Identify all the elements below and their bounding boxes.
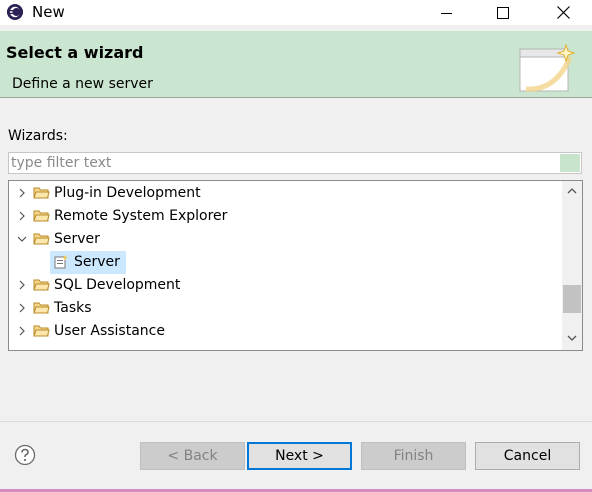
tree-item-label: SQL Development — [54, 277, 181, 293]
banner-subtitle: Define a new server — [12, 76, 153, 92]
title-bar: New — [0, 0, 592, 25]
filter-field[interactable] — [8, 152, 582, 174]
back-button[interactable]: < Back — [140, 442, 245, 470]
tree-item-label: Tasks — [54, 300, 92, 316]
tree-item-plugin-development[interactable]: Plug-in Development — [9, 182, 559, 205]
window-title: New — [32, 3, 65, 21]
folder-icon — [33, 279, 50, 291]
close-icon — [556, 6, 570, 19]
button-bar-separator — [0, 421, 592, 422]
minimize-button[interactable] — [424, 0, 470, 25]
finish-button[interactable]: Finish — [361, 442, 466, 470]
new-wizard-banner-icon — [519, 43, 576, 92]
minimize-icon — [441, 12, 452, 14]
chevron-right-icon[interactable] — [15, 301, 29, 315]
tree-item-tasks[interactable]: Tasks — [9, 297, 559, 320]
filter-input[interactable] — [11, 154, 551, 172]
close-button[interactable] — [540, 0, 586, 25]
tree-item-label: Plug-in Development — [54, 185, 201, 201]
wizards-label: Wizards: — [8, 128, 68, 144]
banner-title: Select a wizard — [6, 43, 144, 62]
maximize-button[interactable] — [480, 0, 526, 25]
folder-icon — [33, 325, 50, 337]
chevron-right-icon[interactable] — [15, 324, 29, 338]
folder-icon — [33, 210, 50, 222]
folder-icon — [33, 302, 50, 314]
banner-separator — [0, 97, 592, 98]
tree-item-user-assistance[interactable]: User Assistance — [9, 320, 559, 343]
wizard-tree[interactable]: Plug-in Development Remote System Explor… — [8, 180, 583, 351]
tree-item-server-category[interactable]: Server — [9, 228, 559, 251]
tree-item-server-wizard[interactable]: Server — [9, 251, 559, 274]
help-icon[interactable] — [14, 444, 36, 466]
clear-filter-icon[interactable] — [560, 154, 580, 172]
scroll-down-icon[interactable] — [566, 333, 578, 343]
partially-visible-row — [54, 347, 134, 350]
folder-open-icon — [33, 233, 50, 245]
tree-item-sql-development[interactable]: SQL Development — [9, 274, 559, 297]
chevron-right-icon[interactable] — [15, 186, 29, 200]
chevron-right-icon[interactable] — [15, 278, 29, 292]
cancel-button[interactable]: Cancel — [475, 442, 580, 470]
tree-item-label: Server — [74, 254, 120, 270]
next-button[interactable]: Next > — [247, 442, 352, 470]
scroll-up-icon[interactable] — [566, 186, 578, 196]
chevron-right-icon[interactable] — [15, 209, 29, 223]
tree-item-label: Server — [54, 231, 100, 247]
tree-item-remote-system-explorer[interactable]: Remote System Explorer — [9, 205, 559, 228]
tree-item-label: Remote System Explorer — [54, 208, 228, 224]
tree-scrollbar[interactable] — [562, 181, 582, 350]
scrollbar-thumb[interactable] — [563, 285, 581, 313]
eclipse-app-icon — [7, 4, 23, 20]
folder-icon — [33, 187, 50, 199]
wizard-banner: Select a wizard Define a new server — [0, 31, 592, 97]
tree-item-label: User Assistance — [54, 323, 165, 339]
chevron-down-icon[interactable] — [15, 232, 29, 246]
server-wizard-icon — [54, 255, 68, 269]
maximize-icon — [497, 6, 509, 19]
